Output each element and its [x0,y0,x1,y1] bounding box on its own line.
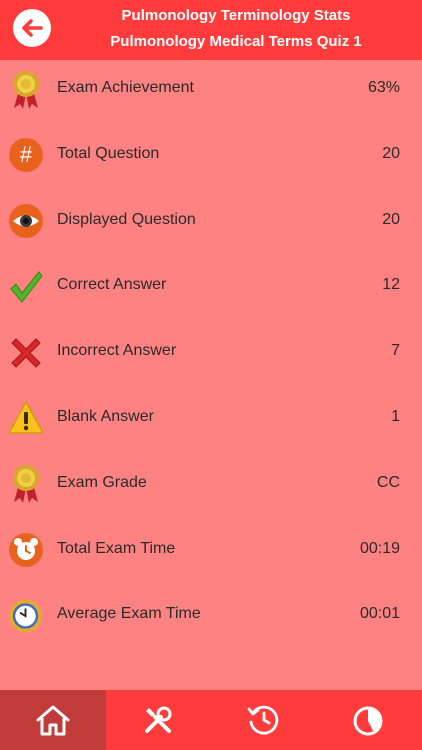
stat-value: 63% [367,79,400,96]
stat-value: CC [376,473,400,491]
home-icon [36,705,70,736]
clock-icon [7,597,44,634]
stat-row-average-exam-time: Average Exam Time 00:01 [0,582,422,648]
stat-label: Blank Answer [57,407,154,425]
stat-label: Incorrect Answer [57,342,177,360]
stat-row-incorrect-answer: Incorrect Answer 7 [0,319,422,385]
stat-label: Average Exam Time [57,605,201,623]
stat-value: 20 [382,144,400,162]
stat-label: Exam Grade [57,473,147,491]
stat-row-blank-answer: Blank Answer 1 [0,385,422,451]
header-bar: Pulmonology Terminology Stats Pulmonolog… [0,0,422,60]
svg-text:#: # [19,142,32,167]
stat-value: 20 [382,210,400,228]
stat-value: 1 [391,407,400,425]
stat-value: 7 [391,342,400,360]
tab-statistics[interactable] [317,690,422,750]
tools-icon [145,706,172,733]
stat-label: Total Exam Time [57,539,176,557]
tab-tools[interactable] [106,690,212,750]
alarm-clock-icon [7,532,44,569]
stat-label: Total Question [57,144,160,162]
award-medal-icon [7,465,44,504]
x-mark-icon [7,334,44,371]
stat-label: Displayed Question [57,210,196,228]
stat-value: 00:01 [359,605,400,623]
tab-bar [0,690,422,750]
stat-label: Exam Achievement [57,79,194,96]
stat-row-correct-answer: Correct Answer 12 [0,253,422,319]
tab-history[interactable] [211,690,317,750]
stat-row-total-question: # Total Question 20 [0,122,422,188]
pie-chart-icon [353,706,383,736]
stat-row-exam-grade: Exam Grade CC [0,451,422,517]
back-button[interactable] [13,9,51,47]
back-arrow-icon [22,19,43,37]
stat-value: 12 [382,276,400,294]
stat-row-total-exam-time: Total Exam Time 00:19 [0,517,422,583]
stat-row-exam-achievement: Exam Achievement 63% [0,56,422,122]
page-subtitle: Pulmonology Medical Terms Quiz 1 [110,33,362,50]
stats-list: Exam Achievement 63% # Total Question 20… [0,56,422,648]
tab-home[interactable] [0,690,106,750]
stat-label: Correct Answer [57,276,167,294]
stat-row-displayed-question: Displayed Question 20 [0,188,422,254]
stat-value: 00:19 [359,539,400,557]
history-icon [247,705,278,735]
award-medal-icon [7,70,44,109]
page-title: Pulmonology Terminology Stats [121,7,351,24]
hash-icon: # [7,137,44,174]
eye-icon [7,203,44,240]
checkmark-icon [7,268,44,305]
warning-icon [7,400,44,437]
